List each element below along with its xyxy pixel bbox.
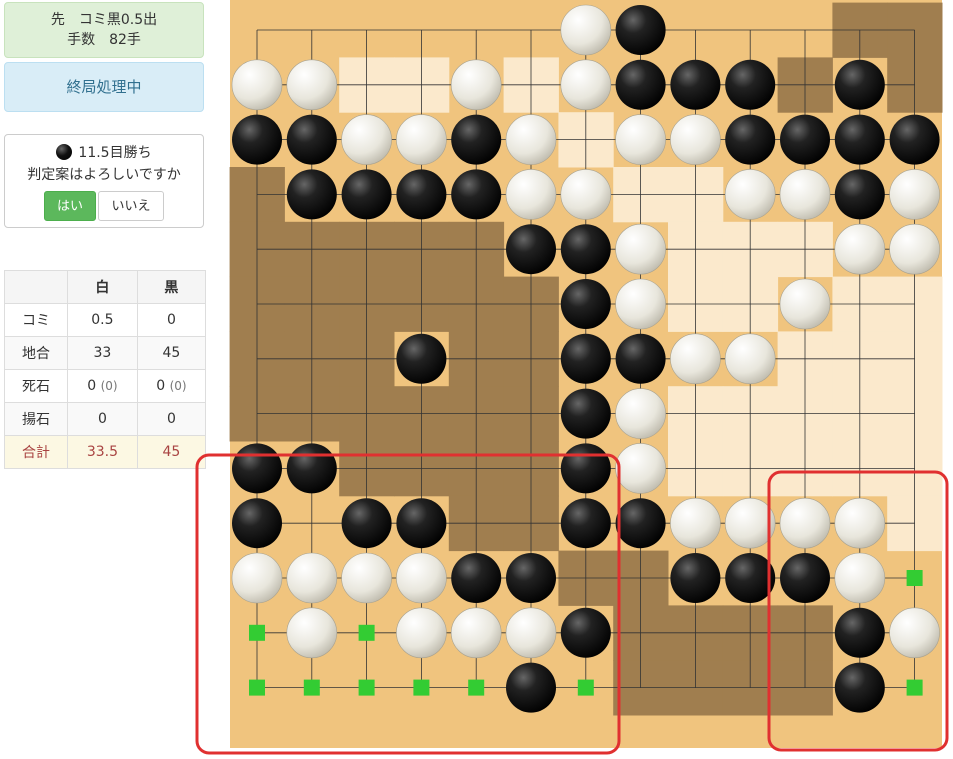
black-stone[interactable]: [560, 224, 611, 275]
territory-marker: [468, 679, 485, 696]
white-stone[interactable]: [396, 552, 447, 604]
black-stone[interactable]: [834, 662, 885, 713]
black-stone[interactable]: [451, 114, 502, 165]
white-stone[interactable]: [779, 497, 831, 549]
white-stone[interactable]: [779, 169, 831, 220]
white-stone[interactable]: [670, 497, 721, 549]
territory-marker: [249, 679, 265, 696]
black-stone[interactable]: [670, 553, 721, 603]
white-stone[interactable]: [779, 278, 831, 330]
black-stone[interactable]: [615, 5, 666, 55]
white-stone[interactable]: [889, 223, 940, 275]
white-stone[interactable]: [450, 59, 502, 111]
white-stone[interactable]: [834, 223, 886, 275]
black-stone[interactable]: [506, 224, 556, 275]
black-stone[interactable]: [834, 59, 885, 110]
territory-marker: [906, 679, 923, 696]
white-stone[interactable]: [889, 169, 940, 220]
white-stone[interactable]: [286, 59, 338, 111]
black-stone[interactable]: [286, 169, 337, 220]
territory-marker: [358, 624, 375, 641]
black-stone[interactable]: [560, 607, 611, 658]
white-stone[interactable]: [231, 59, 283, 111]
black-stone[interactable]: [451, 553, 502, 603]
black-stone[interactable]: [232, 498, 282, 549]
black-stone[interactable]: [506, 553, 556, 603]
black-stone[interactable]: [670, 59, 721, 110]
black-stone[interactable]: [286, 114, 337, 165]
black-stone[interactable]: [725, 114, 776, 165]
white-stone[interactable]: [560, 59, 612, 111]
black-stone[interactable]: [232, 443, 282, 494]
white-stone[interactable]: [231, 552, 283, 604]
white-stone[interactable]: [834, 497, 886, 549]
black-stone[interactable]: [341, 169, 392, 220]
white-stone[interactable]: [286, 607, 338, 659]
black-stone[interactable]: [560, 388, 611, 439]
territory-marker: [358, 679, 375, 696]
black-stone[interactable]: [834, 114, 885, 165]
white-stone[interactable]: [615, 278, 666, 330]
black-stone[interactable]: [506, 662, 556, 713]
territory-marker: [413, 679, 430, 696]
black-stone[interactable]: [889, 114, 940, 165]
white-stone[interactable]: [396, 114, 447, 165]
white-stone[interactable]: [286, 552, 338, 604]
white-stone[interactable]: [505, 114, 557, 165]
black-stone[interactable]: [615, 498, 666, 549]
white-stone[interactable]: [396, 607, 447, 659]
territory-marker: [906, 570, 923, 586]
black-stone[interactable]: [615, 333, 666, 384]
white-stone[interactable]: [670, 333, 721, 385]
black-stone[interactable]: [834, 607, 885, 658]
black-stone[interactable]: [341, 498, 392, 549]
white-stone[interactable]: [615, 223, 666, 275]
black-stone[interactable]: [560, 498, 611, 549]
black-stone[interactable]: [560, 443, 611, 494]
go-board[interactable]: [0, 0, 953, 759]
white-stone[interactable]: [505, 607, 557, 659]
white-stone[interactable]: [724, 333, 776, 385]
white-stone[interactable]: [341, 552, 392, 604]
black-stone[interactable]: [286, 443, 337, 494]
black-stone[interactable]: [396, 333, 447, 384]
black-stone[interactable]: [560, 279, 611, 329]
territory-marker: [249, 624, 265, 641]
white-stone[interactable]: [724, 169, 776, 220]
white-stone[interactable]: [615, 443, 666, 494]
black-stone[interactable]: [780, 114, 830, 165]
white-stone[interactable]: [560, 4, 612, 56]
black-stone[interactable]: [560, 333, 611, 384]
white-stone[interactable]: [560, 169, 612, 220]
white-stone[interactable]: [670, 114, 721, 165]
black-stone[interactable]: [615, 59, 666, 110]
black-stone[interactable]: [396, 169, 447, 220]
black-stone[interactable]: [232, 114, 282, 165]
black-stone[interactable]: [725, 59, 776, 110]
white-stone[interactable]: [889, 607, 940, 659]
white-stone[interactable]: [505, 169, 557, 220]
black-stone[interactable]: [396, 498, 447, 549]
white-stone[interactable]: [615, 388, 666, 439]
territory-marker: [577, 679, 594, 696]
black-stone[interactable]: [834, 169, 885, 220]
black-stone[interactable]: [451, 169, 502, 220]
black-stone[interactable]: [780, 553, 830, 603]
white-stone[interactable]: [450, 607, 502, 659]
territory-marker: [303, 679, 320, 696]
white-stone[interactable]: [834, 552, 886, 604]
white-stone[interactable]: [341, 114, 392, 165]
white-stone[interactable]: [615, 114, 666, 165]
